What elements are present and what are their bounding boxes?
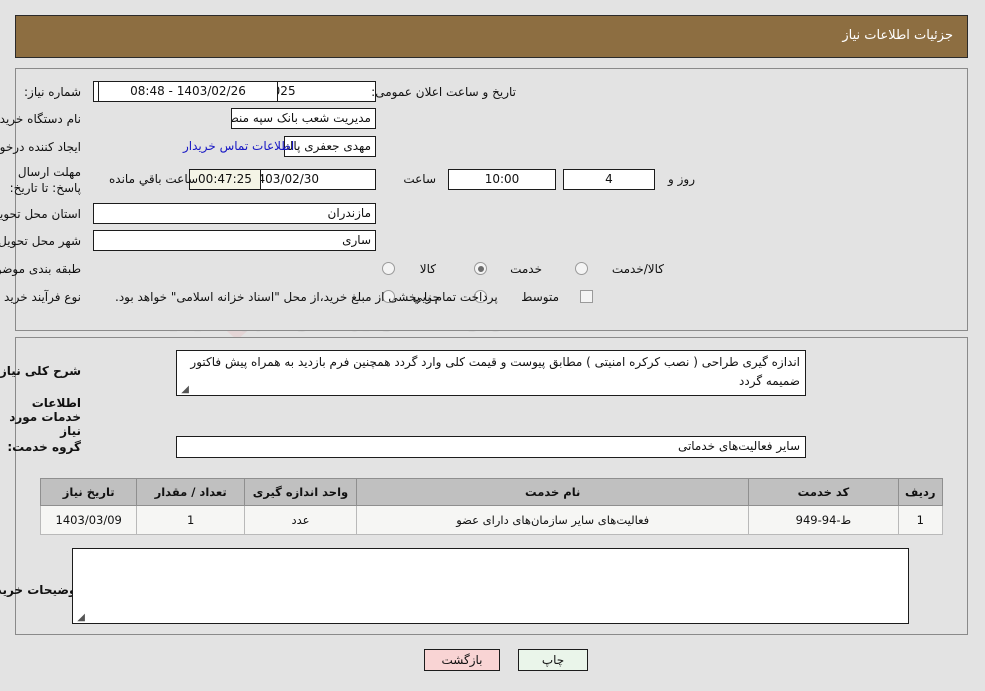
city-label: شهر محل تحویل: — [0, 234, 82, 248]
announce-datetime-label: تاریخ و ساعت اعلان عمومی: — [372, 85, 517, 99]
requester-label: ایجاد کننده درخواست: — [0, 140, 82, 154]
resize-grip-icon[interactable]: ◢ — [180, 385, 190, 395]
category-label-kala-khedmat: کالا/خدمت — [612, 262, 665, 276]
buyer-notes-textarea[interactable]: ◢ — [73, 548, 910, 624]
col-header-code: کد خدمت — [749, 478, 900, 506]
category-radio-kala-khedmat[interactable] — [576, 262, 589, 275]
category-label-khedmat: خدمت — [511, 262, 543, 276]
description-value: اندازه گیری طراحی ( نصب کرکره امنیتی ) م… — [191, 355, 801, 388]
table-row: 1 ط-94-949 فعالیت‌های سایر سازمان‌های دا… — [40, 505, 944, 535]
buyer-org-label: نام دستگاه خریدار: — [0, 112, 82, 126]
announce-datetime-value: 1403/02/26 - 08:48 — [99, 81, 279, 102]
page-header-bar: جزئیات اطلاعات نیاز — [16, 15, 969, 58]
province-value: مازندران — [94, 203, 377, 224]
cell-unit: عدد — [244, 505, 359, 535]
description-label: شرح کلی نیاز: — [0, 364, 82, 378]
requester-value: مهدی جعفری پالندی رئیس دایره پشتیبانی مد… — [285, 136, 377, 157]
col-header-row: ردیف — [898, 478, 944, 506]
need-number-label: شماره نیاز: — [25, 85, 82, 99]
remaining-time-label: ساعت باقي مانده — [110, 172, 200, 186]
treasury-text: پرداخت تمام یا بخشی از مبلغ خرید،از محل … — [116, 290, 499, 304]
description-textarea[interactable]: اندازه گیری طراحی ( نصب کرکره امنیتی ) م… — [177, 350, 807, 396]
cell-name: فعالیت‌های سایر سازمان‌های دارای عضو — [357, 505, 751, 535]
page-title: جزئیات اطلاعات نیاز — [843, 28, 954, 43]
resize-grip-icon-notes[interactable]: ◢ — [76, 613, 86, 623]
process-label: نوع فرآیند خرید : — [0, 290, 82, 304]
cell-quantity: 1 — [137, 505, 246, 535]
col-header-unit: واحد اندازه گیری — [244, 478, 359, 506]
service-group-value-field[interactable]: سایر فعالیت‌های خدماتی — [177, 436, 807, 458]
category-label-kala: کالا — [420, 262, 437, 276]
print-button[interactable]: چاپ — [519, 649, 589, 671]
remaining-days-value: 4 — [564, 169, 656, 190]
treasury-checkbox[interactable] — [581, 290, 594, 303]
remaining-time-countdown: 00:47:25 — [190, 169, 262, 190]
province-label: استان محل تحویل: — [0, 207, 82, 221]
remaining-days-label: روز و — [669, 172, 696, 186]
service-group-label: گروه خدمت: — [8, 440, 82, 454]
deadline-hour-value: 10:00 — [449, 169, 557, 190]
category-radio-kala[interactable] — [383, 262, 396, 275]
category-label: طبقه بندی موضوعی: — [0, 262, 82, 276]
table-header-row: ردیف کد خدمت نام خدمت واحد اندازه گیری ت… — [40, 478, 944, 506]
buyer-contact-link[interactable]: اطلاعات تماس خریدار — [184, 139, 295, 153]
buyer-org-value: مدیریت شعب بانک سپه منطقه مازندران — [232, 108, 377, 129]
city-value: ساری — [94, 230, 377, 251]
back-button[interactable]: بازگشت — [425, 649, 501, 671]
process-label-motavasset: متوسط — [522, 290, 560, 304]
col-header-name: نام خدمت — [357, 478, 751, 506]
category-radio-khedmat[interactable] — [475, 262, 488, 275]
col-header-quantity: تعداد / مقدار — [137, 478, 246, 506]
cell-row: 1 — [898, 505, 944, 535]
deadline-label: مهلت ارسال پاسخ: تا تاریخ: — [10, 165, 82, 195]
services-section-heading: اطلاعات خدمات مورد نیاز — [10, 396, 82, 438]
cell-code: ط-94-949 — [749, 505, 900, 535]
service-group-value: سایر فعالیت‌های خدماتی — [678, 439, 801, 453]
col-header-need-date: تاریخ نیاز — [40, 478, 139, 506]
deadline-hour-label: ساعت — [404, 172, 437, 186]
buyer-notes-label: توضیحات خریدار: — [0, 583, 82, 597]
services-table: ردیف کد خدمت نام خدمت واحد اندازه گیری ت… — [40, 478, 944, 535]
cell-need-date: 1403/03/09 — [40, 505, 139, 535]
